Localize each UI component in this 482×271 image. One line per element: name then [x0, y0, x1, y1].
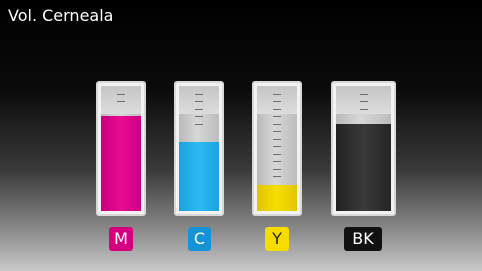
cartridge-empty-area — [179, 86, 219, 114]
level-tick — [117, 93, 125, 95]
yellow-cartridge — [252, 81, 302, 216]
level-tick — [273, 161, 281, 162]
level-tick — [273, 153, 281, 155]
ink-volume-screen: Vol. Cerneala M C Y BK — [0, 0, 482, 271]
black-ink-level — [336, 123, 391, 211]
level-tick — [117, 101, 125, 102]
level-tick — [195, 93, 203, 95]
cyan-ink-level — [179, 142, 219, 211]
level-tick — [273, 93, 281, 95]
yellow-ink-level — [257, 184, 297, 211]
level-tick — [195, 108, 203, 110]
level-tick — [359, 93, 368, 95]
black-label: BK — [344, 227, 382, 251]
cartridge-empty-area — [336, 86, 391, 114]
cartridge-empty-area — [257, 86, 297, 114]
yellow-label: Y — [265, 227, 289, 251]
screen-title: Vol. Cerneala — [8, 6, 114, 25]
level-tick — [273, 168, 281, 170]
level-tick — [273, 123, 281, 125]
cartridge-window — [179, 86, 219, 211]
magenta-label: M — [109, 227, 133, 251]
black-cartridge — [331, 81, 396, 216]
cartridge-window — [336, 86, 391, 211]
level-tick — [195, 116, 203, 117]
level-tick — [273, 176, 281, 177]
level-tick — [273, 108, 281, 110]
level-tick — [195, 101, 203, 102]
level-tick — [359, 108, 368, 110]
level-tick — [273, 116, 281, 117]
cartridge-window — [257, 86, 297, 211]
level-tick — [195, 123, 203, 125]
level-tick — [273, 138, 281, 140]
cyan-cartridge — [174, 81, 224, 216]
cartridge-empty-area — [101, 86, 141, 114]
magenta-cartridge — [96, 81, 146, 216]
level-tick — [273, 146, 281, 147]
cyan-label: C — [188, 227, 211, 251]
magenta-ink-level — [101, 116, 141, 211]
level-tick — [359, 101, 368, 102]
level-tick — [273, 101, 281, 102]
cartridge-window — [101, 86, 141, 211]
level-tick — [273, 131, 281, 132]
